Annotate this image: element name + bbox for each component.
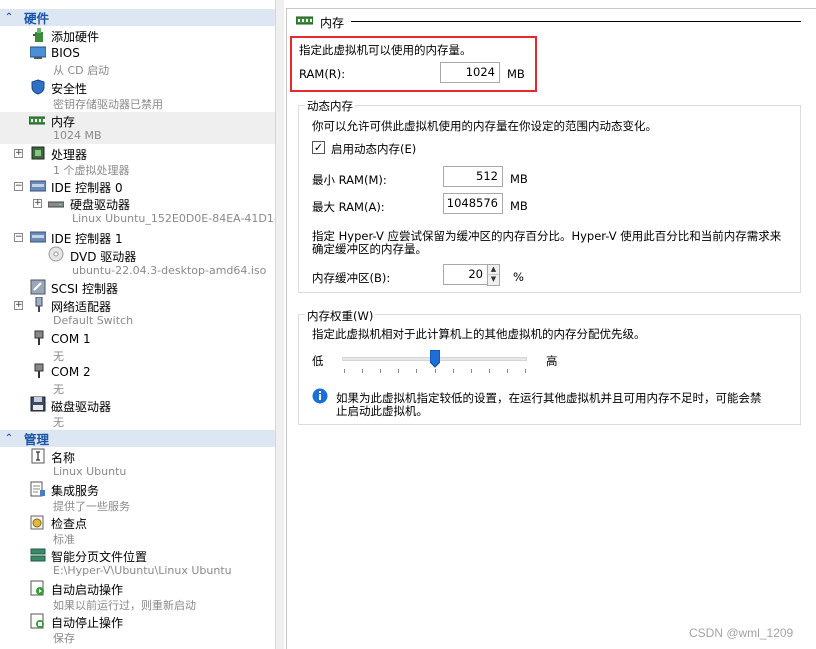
tree-item-smart-paging[interactable]: 智能分页文件位置 E:\Hyper-V\Ubuntu\Linux Ubuntu [0, 547, 275, 580]
collapse-icon[interactable]: − [14, 182, 23, 191]
hardware-section-header[interactable]: ⌃ 硬件 [0, 9, 275, 26]
slider-tick [453, 369, 454, 373]
enable-dynamic-memory-label: 启用动态内存(E) [331, 142, 417, 156]
panel-title: 内存 [320, 16, 345, 30]
expand-icon[interactable]: + [33, 199, 42, 208]
collapse-icon[interactable]: − [14, 233, 23, 242]
buffer-spinner[interactable]: ▲ ▼ [487, 264, 500, 286]
tree-item-scsi-controller[interactable]: SCSI 控制器 [0, 279, 275, 296]
collapse-chevron-icon[interactable]: ⌃ [0, 433, 18, 444]
watermark: CSDN @wml_1209 [689, 626, 794, 640]
enable-dynamic-memory-checkbox[interactable]: ✓ [312, 141, 325, 154]
tree-item-add-hardware[interactable]: 添加硬件 [0, 27, 275, 44]
max-ram-unit: MB [510, 199, 528, 213]
name-text-icon [30, 448, 46, 464]
buffer-label: 内存缓冲区(B): [312, 271, 391, 285]
ide-controller-icon [30, 229, 46, 245]
ram-input[interactable]: 1024 [440, 62, 500, 83]
slider-tick [471, 369, 472, 373]
slider-tick [507, 369, 508, 373]
info-text-line-2: 止启动此虚拟机。 [336, 404, 428, 418]
tree-item-com1[interactable]: COM 1 无 [0, 330, 275, 363]
min-ram-label: 最小 RAM(M): [312, 173, 387, 187]
expand-icon[interactable]: + [14, 149, 23, 158]
slider-tick [525, 369, 526, 373]
memory-weight-description: 指定此虚拟机相对于此计算机上的其他虚拟机的内存分配优先级。 [312, 327, 646, 341]
tree-item-integration-services[interactable]: 集成服务 提供了一些服务 [0, 481, 275, 514]
slider-tick [416, 369, 417, 373]
dynamic-memory-description: 你可以允许可供此虚拟机使用的内存量在你设定的范围内动态变化。 [312, 119, 657, 133]
management-section-header[interactable]: ⌃ 管理 [0, 430, 275, 447]
title-divider [351, 21, 801, 22]
slider-tick [380, 369, 381, 373]
slider-tick [362, 369, 363, 373]
slider-thumb[interactable] [429, 349, 441, 368]
ram-label: RAM(R): [299, 67, 346, 81]
slider-tick [344, 369, 345, 373]
tree-item-checkpoint[interactable]: 检查点 标准 [0, 514, 275, 547]
bios-icon [30, 45, 46, 61]
com-port-icon [31, 363, 47, 379]
tree-item-dvd-drive[interactable]: DVD 驱动器 ubuntu-22.04.3-desktop-amd64.iso [0, 246, 275, 279]
tree-item-ide-controller-0[interactable]: − IDE 控制器 0 [0, 178, 275, 195]
hard-drive-icon [48, 196, 64, 212]
add-hardware-icon [31, 27, 47, 43]
expand-icon[interactable]: + [14, 301, 23, 310]
network-adapter-icon [31, 297, 47, 313]
info-icon [312, 388, 328, 407]
shield-icon [30, 79, 46, 95]
ide-controller-icon [30, 178, 46, 194]
checkpoint-icon [30, 514, 46, 530]
buffer-description-line-2: 确定缓冲区的内存量。 [312, 242, 427, 256]
buffer-unit: % [513, 270, 524, 284]
memory-icon [29, 113, 45, 129]
com-port-icon [31, 330, 47, 346]
tree-item-security[interactable]: 安全性 密钥存储驱动器已禁用 [0, 79, 275, 112]
spin-down-icon[interactable]: ▼ [488, 275, 499, 285]
slider-tick [489, 369, 490, 373]
tree-item-processor[interactable]: + 处理器 1 个虚拟处理器 [0, 145, 275, 178]
memory-panel-icon [295, 15, 314, 29]
scsi-controller-icon [30, 279, 46, 295]
settings-tree: ⌃ 硬件 添加硬件 BIOS 从 CD 启动 安全性 密钥存储驱动器已禁用 内存… [0, 0, 276, 649]
management-section-title: 管理 [24, 432, 50, 447]
tree-item-hard-drive[interactable]: + 硬盘驱动器 Linux Ubuntu_152E0D0E-84EA-41D1-… [0, 195, 275, 228]
slider-tick [435, 369, 436, 373]
integration-services-icon [30, 481, 46, 497]
ram-description: 指定此虚拟机可以使用的内存量。 [299, 43, 472, 57]
min-ram-input[interactable]: 512 [443, 166, 503, 187]
slider-tick [398, 369, 399, 373]
dvd-icon [48, 246, 64, 262]
tree-item-ide-controller-1[interactable]: − IDE 控制器 1 [0, 229, 275, 246]
vertical-scrollbar[interactable] [276, 0, 284, 649]
tree-item-network-adapter[interactable]: + 网络适配器 Default Switch [0, 297, 275, 330]
tree-item-auto-start[interactable]: 自动启动操作 如果以前运行过，则重新启动 [0, 580, 275, 613]
smart-paging-icon [30, 547, 46, 563]
auto-stop-icon [30, 613, 46, 629]
tree-item-floppy-drive[interactable]: 磁盘驱动器 无 [0, 396, 275, 429]
max-ram-input[interactable]: 1048576 [443, 193, 503, 214]
memory-weight-title: 内存权重(W) [305, 308, 376, 324]
tree-item-auto-stop[interactable]: 自动停止操作 保存 [0, 613, 275, 647]
slider-high-label: 高 [546, 354, 558, 368]
max-ram-label: 最大 RAM(A): [312, 200, 385, 214]
tree-item-bios[interactable]: BIOS 从 CD 启动 [0, 45, 275, 78]
processor-icon [30, 145, 46, 161]
ram-unit: MB [507, 67, 525, 81]
tree-item-com2[interactable]: COM 2 无 [0, 363, 275, 396]
floppy-disk-icon [30, 396, 46, 412]
buffer-input[interactable]: 20 [443, 264, 488, 285]
min-ram-unit: MB [510, 172, 528, 186]
dynamic-memory-title: 动态内存 [305, 98, 355, 114]
spin-up-icon[interactable]: ▲ [488, 265, 499, 275]
tree-item-memory[interactable]: 内存 1024 MB [0, 112, 275, 144]
auto-start-icon [30, 580, 46, 596]
tree-item-name[interactable]: 名称 Linux Ubuntu [0, 448, 275, 481]
slider-low-label: 低 [312, 354, 324, 368]
collapse-chevron-icon[interactable]: ⌃ [0, 12, 18, 23]
hardware-section-title: 硬件 [24, 11, 50, 26]
